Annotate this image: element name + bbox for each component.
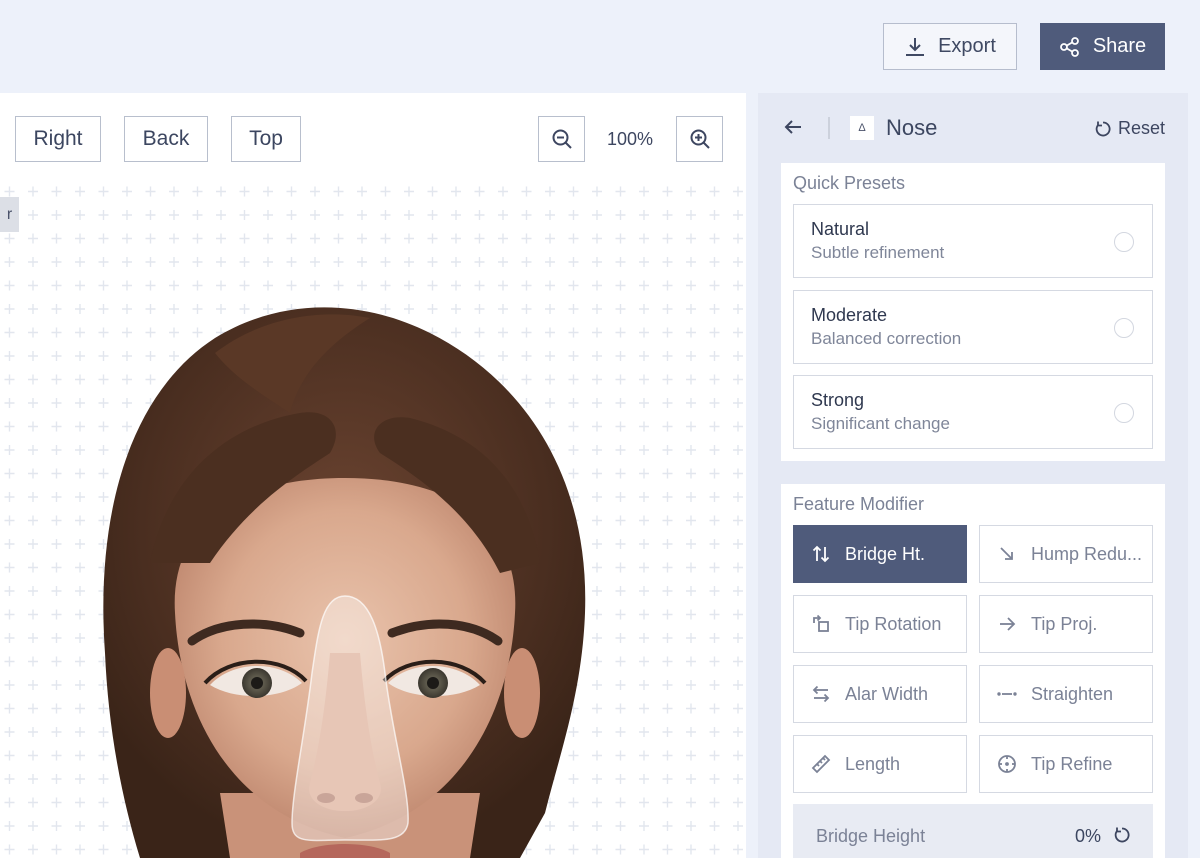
modifier-length[interactable]: Length [793,735,967,793]
back-arrow-icon[interactable] [782,116,804,138]
modifier-label: Length [845,753,901,774]
bridge-height-slider[interactable]: Bridge Height 0% [793,804,1153,858]
preset-strong[interactable]: Strong Significant change [793,375,1153,449]
face-portrait [103,307,586,858]
modifier-bridge-height[interactable]: Bridge Ht. [793,525,967,583]
preset-radio[interactable] [1114,318,1134,338]
horizontal-arrows-icon [812,685,830,703]
view-top-button[interactable]: Top [231,116,301,162]
modifier-label: Tip Proj. [1031,613,1098,634]
modifier-label: Hump Redu... [1031,543,1143,564]
arrow-right-icon [1000,617,1016,631]
modifier-label: Alar Width [845,683,929,704]
feature-modifier-title: Feature Modifier [793,494,925,514]
download-icon [906,37,925,56]
preset-desc: Subtle refinement [811,243,945,262]
preset-moderate[interactable]: Moderate Balanced correction [793,290,1153,364]
nose-icon: Δ [850,116,874,140]
crosshair-icon [998,755,1016,773]
panel-header: Δ Nose Reset [758,93,1188,163]
preset-name: Natural [811,219,870,239]
modifier-label: Tip Refine [1031,753,1113,774]
export-button[interactable]: Export [883,23,1017,70]
settings-panel: Δ Nose Reset Quick Presets Natural Subtl… [758,93,1188,858]
ruler-icon [811,754,831,774]
preset-desc: Significant change [811,414,950,433]
rotate-square-icon [813,614,829,632]
modifier-hump-reduction[interactable]: Hump Redu... [979,525,1153,583]
modifier-tip-refine[interactable]: Tip Refine [979,735,1153,793]
face-viewer[interactable]: Right Back Top 100% r [0,93,746,858]
view-back-button[interactable]: Back [124,116,208,162]
edge-tab[interactable]: r [0,197,19,232]
modifier-label: Straighten [1031,683,1114,704]
modifier-tip-projection[interactable]: Tip Proj. [979,595,1153,653]
quick-presets-card: Quick Presets Natural Subtle refinement … [781,163,1165,461]
preset-natural[interactable]: Natural Subtle refinement [793,204,1153,278]
share-label: Share [1092,35,1147,57]
modifier-label: Bridge Ht. [845,543,926,564]
modifier-label: Tip Rotation [845,613,942,634]
zoom-in-icon [690,129,710,149]
preset-desc: Balanced correction [811,329,962,348]
share-button[interactable]: Share [1040,23,1165,70]
header-divider [828,117,830,139]
slider-reset-icon[interactable] [1113,826,1131,844]
reset-button[interactable]: Reset [1094,118,1165,139]
vertical-arrows-icon [812,545,830,563]
panel-title: Nose [886,115,938,140]
zoom-out-button[interactable] [538,116,585,162]
diagonal-arrow-icon [1000,547,1013,560]
preset-radio[interactable] [1114,232,1134,252]
reset-icon [1095,121,1111,136]
zoom-out-icon [552,129,572,149]
modifier-alar-width[interactable]: Alar Width [793,665,967,723]
modifier-tip-rotation[interactable]: Tip Rotation [793,595,967,653]
slider-value: 0% [1075,826,1102,846]
preset-name: Strong [811,390,865,410]
quick-presets-title: Quick Presets [793,173,906,193]
share-icon [1059,36,1079,57]
slider-label: Bridge Height [816,826,926,846]
modifier-straighten[interactable]: Straighten [979,665,1153,723]
preset-name: Moderate [811,305,888,325]
feature-modifier-card: Feature Modifier Bridge Ht. Hump Redu...… [781,484,1165,858]
top-bar: Export Share [0,0,1200,93]
preset-radio[interactable] [1114,403,1134,423]
reset-label: Reset [1118,118,1166,138]
zoom-in-button[interactable] [676,116,723,162]
zoom-level: 100% [606,129,654,149]
straighten-icon [997,692,1017,696]
view-right-button[interactable]: Right [15,116,101,162]
export-label: Export [938,35,996,57]
